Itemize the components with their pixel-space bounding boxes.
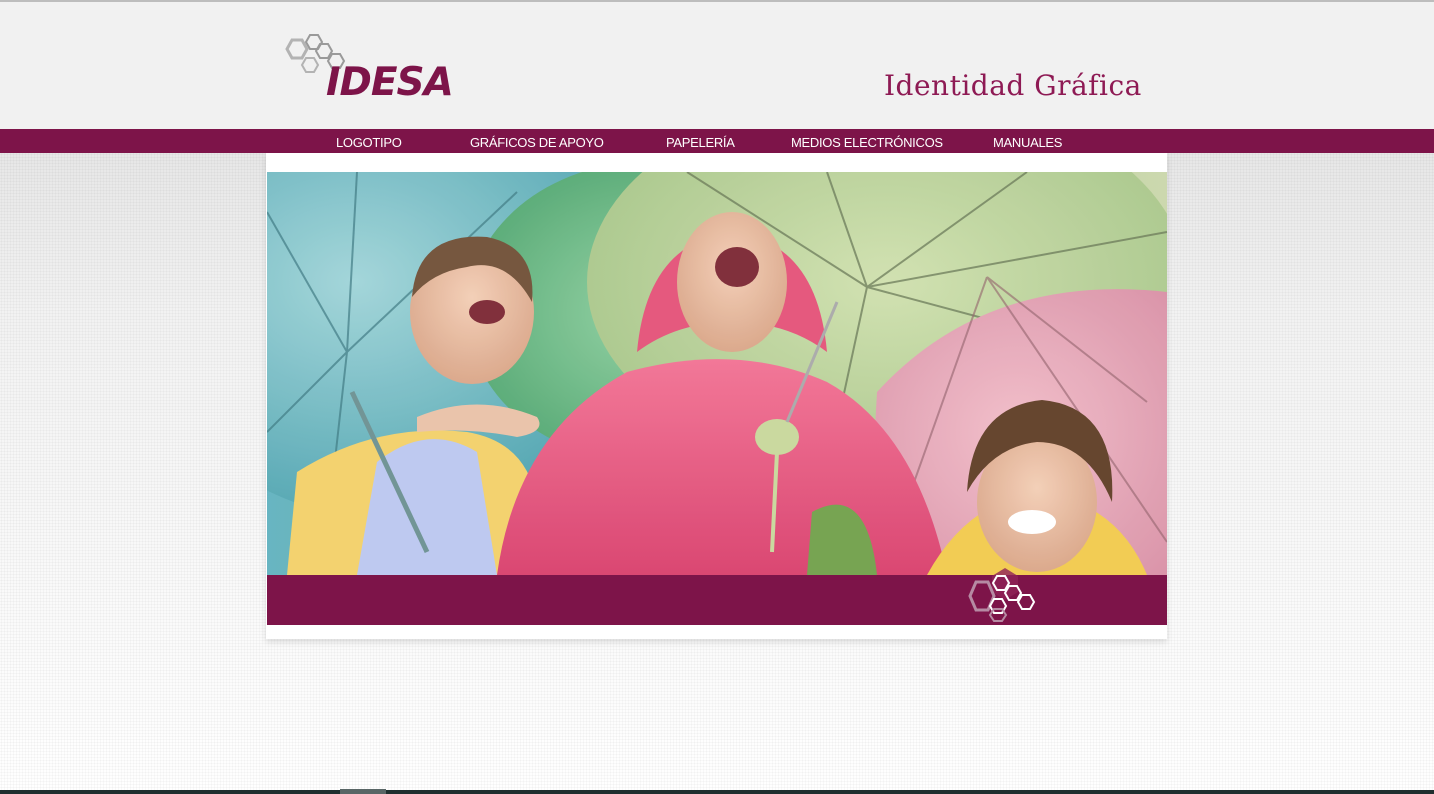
bottom-edge	[0, 790, 1434, 794]
tagline: Identidad Gráfica	[884, 69, 1142, 102]
bottom-tab	[340, 789, 386, 794]
nav-graficos-de-apoyo[interactable]: GRÁFICOS DE APOYO	[470, 136, 604, 149]
hero-image	[267, 172, 1167, 575]
header	[0, 2, 1434, 129]
nav-papeleria[interactable]: PAPELERÍA	[666, 136, 735, 149]
nav-logotipo[interactable]: LOGOTIPO	[336, 136, 402, 149]
logo-text[interactable]: IDESA	[326, 63, 454, 102]
nav-manuales[interactable]: MANUALES	[993, 136, 1062, 149]
hexagon-logo-icon	[968, 568, 1036, 622]
nav-medios-electronicos[interactable]: MEDIOS ELECTRÓNICOS	[791, 136, 943, 149]
